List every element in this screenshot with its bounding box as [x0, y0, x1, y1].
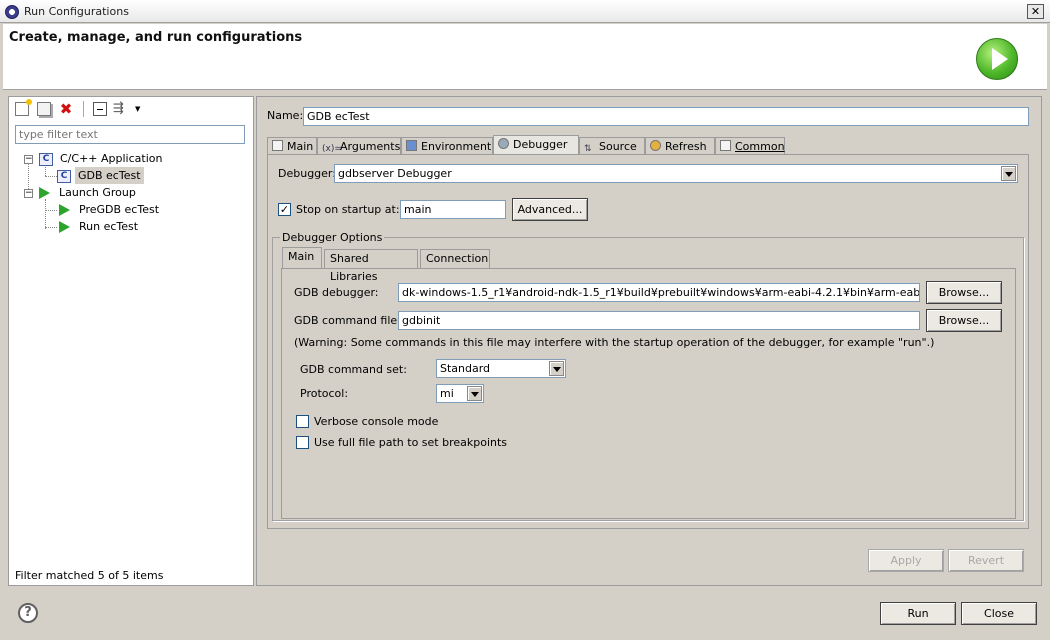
help-icon[interactable]: ?: [18, 603, 38, 623]
window-title: Run Configurations: [24, 5, 129, 18]
tree-item-pregdb-ectest[interactable]: PreGDB ecTest: [59, 201, 162, 218]
common-icon: [720, 140, 731, 151]
main-tab-icon: [272, 140, 283, 151]
debugger-options-label: Debugger Options: [280, 231, 385, 244]
options-panel: GDB debugger: dk-windows-1.5_r1¥android-…: [281, 268, 1016, 519]
advanced-button[interactable]: Advanced...: [512, 198, 588, 221]
tree-line: [45, 210, 57, 211]
gdb-debugger-label: GDB debugger:: [294, 286, 379, 299]
subtab-connection[interactable]: Connection: [420, 249, 490, 269]
debugger-icon: [498, 138, 509, 149]
revert-button[interactable]: Revert: [948, 549, 1024, 572]
run-button[interactable]: Run: [880, 602, 956, 625]
gdb-command-file-field[interactable]: gdbinit: [398, 311, 920, 330]
eclipse-icon: [5, 5, 19, 19]
verbose-console-label: Verbose console mode: [314, 415, 439, 428]
subtab-main[interactable]: Main: [282, 247, 322, 269]
name-field[interactable]: GDB ecTest: [303, 107, 1029, 126]
warning-text: (Warning: Some commands in this file may…: [294, 336, 935, 349]
full-path-label: Use full file path to set breakpoints: [314, 436, 508, 449]
configuration-editor: Name: GDB ecTest Main (x)=Arguments Envi…: [256, 96, 1042, 586]
browse-command-file-button[interactable]: Browse...: [926, 309, 1002, 332]
environment-icon: [406, 140, 417, 151]
dialog-heading: Create, manage, and run configurations: [9, 30, 303, 45]
tree-line: [45, 199, 46, 229]
collapse-all-icon[interactable]: [93, 102, 107, 116]
stop-on-startup-field[interactable]: main: [400, 200, 506, 219]
toolbar-divider: [83, 101, 84, 117]
apply-button[interactable]: Apply: [868, 549, 944, 572]
verbose-console-checkbox[interactable]: [296, 415, 309, 428]
launch-icon: [59, 204, 70, 216]
subtab-shared-libraries[interactable]: Shared Libraries: [324, 249, 418, 283]
tree-item-cpp-application[interactable]: C C/C++ Application: [39, 150, 165, 167]
gdb-command-set-label: GDB command set:: [300, 363, 407, 376]
debugger-select[interactable]: gdbserver Debugger: [334, 164, 1018, 183]
delete-icon[interactable]: ✖: [59, 102, 73, 117]
collapse-toggle-cpp[interactable]: −: [24, 155, 33, 164]
launch-icon: [59, 221, 70, 233]
collapse-toggle-launch-group[interactable]: −: [24, 189, 33, 198]
tree-item-launch-group[interactable]: Launch Group: [39, 184, 139, 201]
debugger-tab-panel: Debugger: gdbserver Debugger ✓ Stop on s…: [267, 154, 1029, 529]
chevron-down-icon[interactable]: [1001, 166, 1016, 181]
gdb-command-file-label: GDB command file:: [294, 314, 401, 327]
name-label: Name:: [267, 109, 304, 122]
debugger-label: Debugger:: [278, 167, 336, 180]
browse-gdb-debugger-button[interactable]: Browse...: [926, 281, 1002, 304]
cpp-icon: C: [57, 169, 71, 183]
run-icon: [976, 38, 1018, 80]
gdb-debugger-field[interactable]: dk-windows-1.5_r1¥android-ndk-1.5_r1¥bui…: [398, 283, 920, 302]
tree-item-run-ectest[interactable]: Run ecTest: [59, 218, 141, 235]
gdb-command-set-select[interactable]: Standard: [436, 359, 566, 378]
window-title-bar: Run Configurations ✕: [0, 0, 1050, 23]
filter-icon[interactable]: ⇶: [113, 102, 127, 116]
new-config-icon[interactable]: [15, 99, 32, 116]
configurations-pane: ✖ ⇶ ▼ − CC/C++ Application CGDB ecTest −…: [8, 96, 254, 586]
window-close-button[interactable]: ✕: [1027, 4, 1044, 19]
tree-line: [45, 176, 57, 177]
tree-line: [45, 227, 57, 228]
view-menu-icon[interactable]: ▼: [135, 102, 143, 116]
refresh-icon: [650, 140, 661, 151]
stop-on-startup-checkbox[interactable]: ✓: [278, 203, 291, 216]
chevron-down-icon[interactable]: [467, 386, 482, 401]
cpp-icon: C: [39, 152, 53, 166]
close-button[interactable]: Close: [961, 602, 1037, 625]
duplicate-icon[interactable]: [37, 102, 51, 116]
stop-on-startup-label: Stop on startup at:: [296, 203, 400, 216]
tree-item-gdb-ectest[interactable]: C GDB ecTest: [57, 167, 144, 184]
launch-icon: [39, 187, 50, 199]
chevron-down-icon[interactable]: [549, 361, 564, 376]
protocol-select[interactable]: mi: [436, 384, 484, 403]
full-path-checkbox[interactable]: [296, 436, 309, 449]
dialog-header: Create, manage, and run configurations: [3, 24, 1047, 90]
filter-status: Filter matched 5 of 5 items: [15, 569, 164, 582]
protocol-label: Protocol:: [300, 387, 349, 400]
filter-input[interactable]: [15, 125, 245, 144]
